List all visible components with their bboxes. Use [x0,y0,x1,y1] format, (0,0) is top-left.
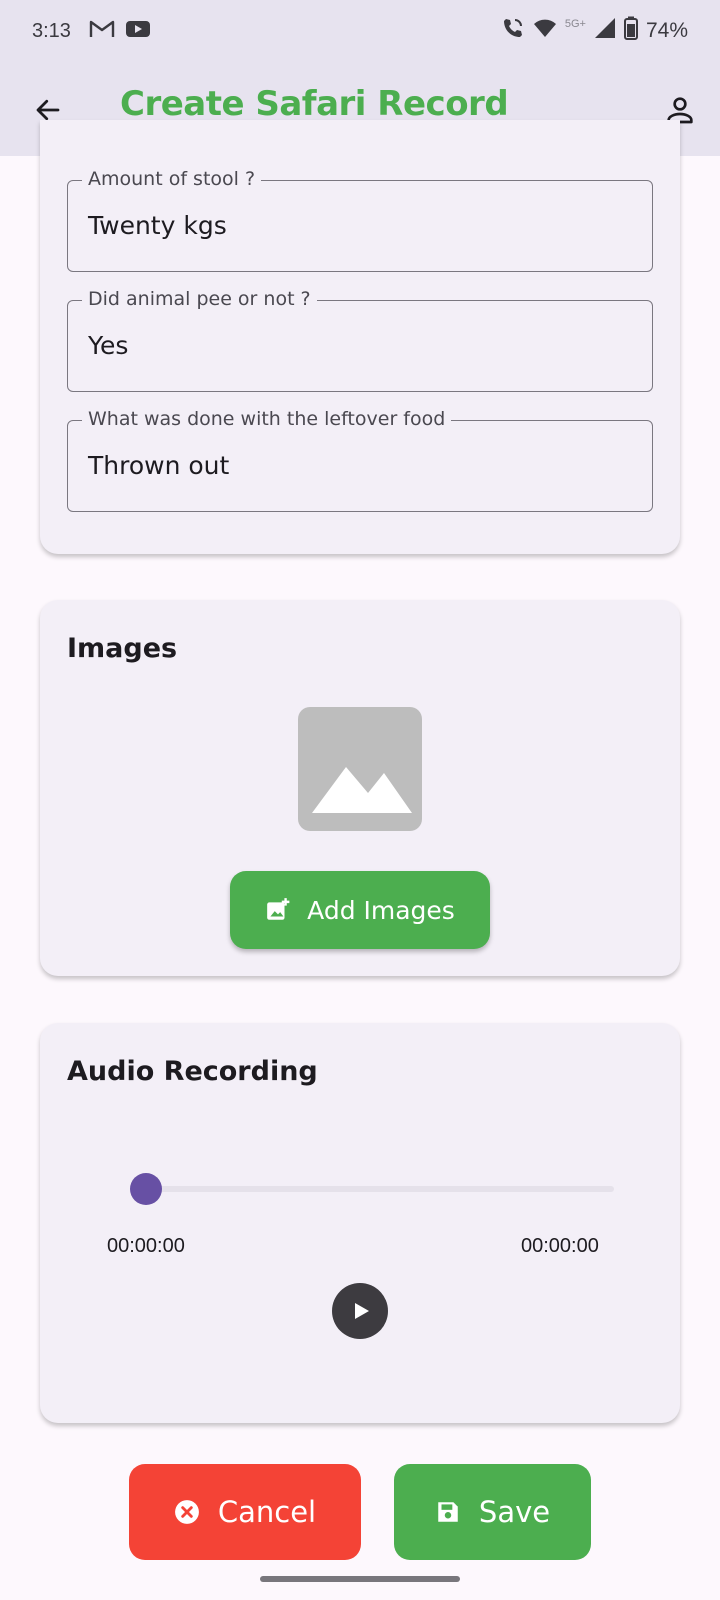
audio-slider-track[interactable] [146,1186,614,1192]
images-section-title: Images [67,633,178,664]
add-images-label: Add Images [307,895,455,925]
add-photo-icon [267,898,290,920]
total-time: 00:00:00 [521,1235,599,1257]
battery-percent: 74% [645,19,688,42]
battery-icon [623,16,638,46]
youtube-icon [125,19,151,43]
cancel-button[interactable]: Cancel [129,1464,361,1560]
wifi-calling-icon [501,16,525,46]
field-value: Twenty kgs [88,211,227,240]
field-label: Amount of stool ? [82,168,262,190]
add-images-button[interactable]: Add Images [230,871,490,949]
save-button[interactable]: Save [394,1464,591,1560]
status-time: 3:13 [32,19,71,42]
status-notification-icons [89,19,151,43]
images-card: Images Add Images [40,600,680,976]
home-indicator[interactable] [260,1576,460,1582]
field-value: Thrown out [88,451,230,480]
save-label: Save [478,1495,551,1529]
page-title: Create Safari Record [120,84,509,124]
field-label: Did animal pee or not ? [82,288,317,310]
current-time: 00:00:00 [107,1235,185,1257]
cancel-icon [174,1500,199,1524]
save-icon [438,1502,458,1522]
status-bar: 3:13 5G+ 74% [0,0,720,62]
field-value: Yes [88,331,129,360]
network-type: 5G+ [564,18,586,30]
status-system-icons: 5G+ 74% [501,16,688,46]
audio-section-title: Audio Recording [67,1056,318,1087]
details-card: Amount of stool ? Twenty kgs Did animal … [40,120,680,554]
leftover-food-field[interactable]: What was done with the leftover food Thr… [67,408,653,512]
audio-card: Audio Recording 00:00:00 00:00:00 [40,1023,680,1423]
signal-icon [594,17,616,45]
cancel-label: Cancel [217,1495,317,1529]
play-button[interactable] [332,1283,388,1339]
stool-amount-field[interactable]: Amount of stool ? Twenty kgs [67,168,653,272]
wifi-icon [533,16,557,46]
play-icon [355,1303,369,1319]
gmail-icon [89,19,115,43]
animal-pee-field[interactable]: Did animal pee or not ? Yes [67,288,653,392]
audio-slider-thumb[interactable] [130,1173,162,1205]
image-placeholder-icon [298,707,422,831]
field-label: What was done with the leftover food [82,408,452,430]
